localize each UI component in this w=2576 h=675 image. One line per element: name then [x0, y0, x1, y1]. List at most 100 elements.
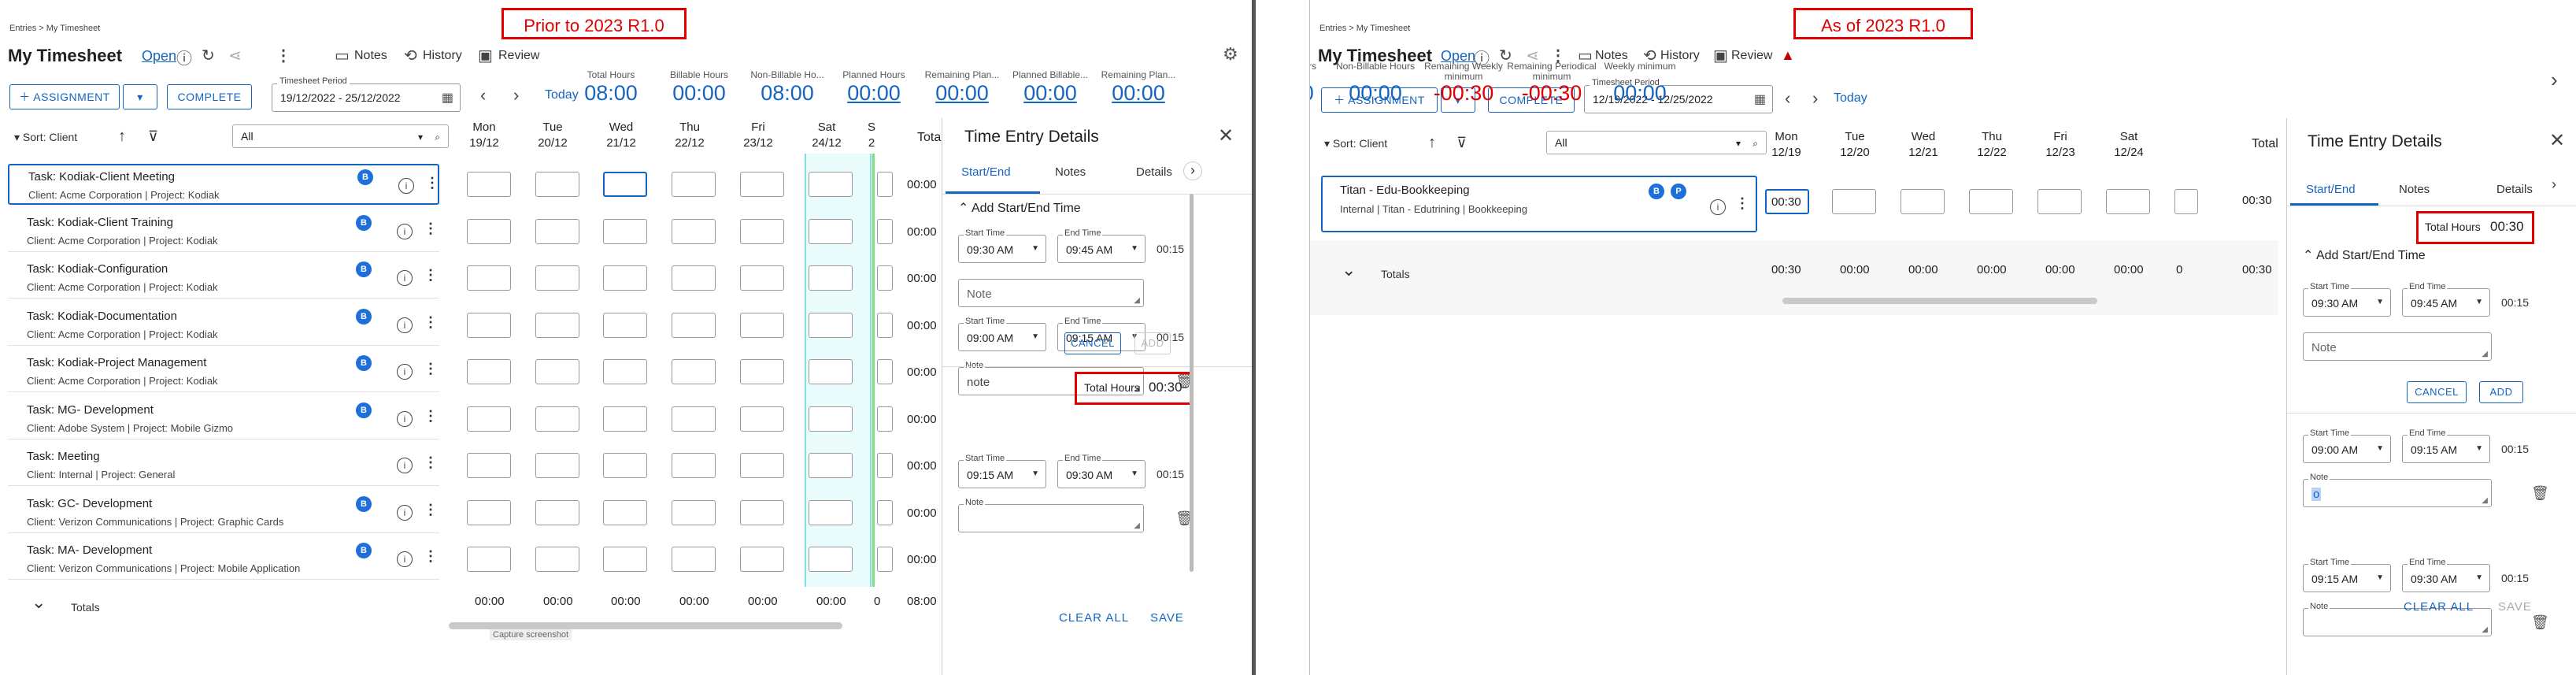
more-icon[interactable]: ⋮	[276, 46, 291, 65]
tab-notes[interactable]: Notes	[2399, 183, 2430, 196]
time-cell[interactable]	[672, 406, 716, 432]
time-cell[interactable]	[467, 312, 511, 338]
more-icon[interactable]: ⋮	[424, 267, 438, 284]
info-icon[interactable]: i	[397, 551, 413, 567]
time-cell[interactable]	[877, 312, 893, 338]
more-icon[interactable]: ⋮	[1735, 195, 1749, 212]
time-cell[interactable]	[809, 406, 853, 432]
time-cell[interactable]	[535, 172, 579, 197]
time-cell[interactable]	[467, 359, 511, 384]
tab-details[interactable]: Details	[1136, 165, 1172, 179]
more-icon[interactable]: ⋮	[425, 175, 439, 191]
summary-value[interactable]: 00:00	[827, 81, 921, 106]
more-icon[interactable]: ⋮	[424, 314, 438, 331]
time-cell[interactable]	[603, 406, 647, 432]
time-cell[interactable]	[877, 218, 893, 244]
info-icon[interactable]: i	[1710, 199, 1726, 215]
time-cell[interactable]	[467, 453, 511, 478]
info-icon[interactable]: i	[397, 410, 413, 427]
end-time-field[interactable]: End Time 09:45 AM ▼	[1057, 228, 1146, 263]
info-icon[interactable]: i	[397, 270, 413, 286]
start-time-field[interactable]: Start Time 09:30 AM ▼	[958, 228, 1046, 263]
resize-handle-icon[interactable]: ◢	[1134, 521, 1140, 530]
clear-all-button[interactable]: CLEAR ALL	[1059, 611, 1129, 625]
time-cell[interactable]	[877, 547, 893, 572]
time-cell[interactable]	[809, 265, 853, 291]
task-row[interactable]: Titan - Edu-Bookkeeping Internal | Titan…	[1321, 176, 1757, 232]
time-cell[interactable]	[1832, 189, 1876, 214]
info-icon[interactable]: i	[397, 364, 413, 380]
time-cell[interactable]	[672, 547, 716, 572]
add-button[interactable]: ADD	[1134, 332, 1171, 354]
info-icon[interactable]: i	[397, 317, 413, 333]
horizontal-scrollbar[interactable]	[449, 622, 842, 629]
time-cell[interactable]	[535, 218, 579, 244]
task-row[interactable]: Task: Kodiak-Client Training Client: Acme…	[8, 210, 439, 252]
cancel-button[interactable]: CANCEL	[1064, 332, 1121, 354]
summary-value[interactable]: 00:00	[1091, 81, 1186, 106]
time-cell[interactable]	[467, 172, 511, 197]
review-button[interactable]: Review	[1731, 49, 1772, 63]
next-week-button[interactable]: ›	[1812, 88, 1818, 109]
time-cell[interactable]	[2174, 189, 2198, 214]
horizontal-scrollbar[interactable]	[1782, 298, 2097, 304]
chevron-right-icon[interactable]: ›	[1183, 161, 1202, 180]
more-icon[interactable]: ⋮	[424, 361, 438, 377]
time-cell[interactable]	[809, 453, 853, 478]
vertical-scrollbar[interactable]	[1190, 194, 1194, 572]
time-cell[interactable]	[740, 406, 784, 432]
time-cell[interactable]	[603, 172, 647, 197]
prev-week-button[interactable]: ‹	[1785, 88, 1790, 109]
note-field[interactable]: Note ◢	[958, 279, 1144, 307]
time-cell[interactable]	[740, 359, 784, 384]
time-cell[interactable]	[809, 172, 853, 197]
clear-all-button[interactable]: CLEAR ALL	[2404, 600, 2474, 614]
time-cell[interactable]	[535, 406, 579, 432]
more-icon[interactable]: ⋮	[424, 548, 438, 565]
time-cell[interactable]	[877, 406, 893, 432]
resize-handle-icon[interactable]: ◢	[2482, 625, 2488, 634]
breadcrumb[interactable]: Entries > My Timesheet	[1319, 24, 1410, 33]
trash-icon[interactable]: 🗑	[2531, 614, 2549, 631]
time-cell[interactable]	[809, 218, 853, 244]
close-icon[interactable]: ✕	[1218, 124, 1234, 147]
refresh-icon[interactable]: ↻	[202, 46, 215, 65]
review-icon[interactable]: ▣	[1713, 46, 1728, 65]
tab-startend[interactable]: Start/End	[2306, 183, 2356, 196]
time-cell[interactable]	[740, 499, 784, 525]
warning-icon[interactable]: ▲	[1781, 47, 1795, 64]
sort-direction-icon[interactable]: ↑	[1428, 134, 1436, 152]
time-cell[interactable]	[1901, 189, 1945, 214]
filter-icon[interactable]: ⊽	[148, 128, 158, 145]
time-cell[interactable]: 00:30	[1765, 189, 1809, 214]
prev-week-button[interactable]: ‹	[480, 85, 486, 106]
time-cell[interactable]	[877, 265, 893, 291]
filter-select[interactable]: All ▾ ⌕	[1546, 131, 1767, 154]
info-icon[interactable]: i	[397, 223, 413, 239]
start-time-field[interactable]: Start Time 09:00 AM ▼	[958, 317, 1046, 351]
time-cell[interactable]	[672, 359, 716, 384]
time-cell[interactable]	[672, 218, 716, 244]
sort-direction-icon[interactable]: ↑	[118, 128, 126, 146]
time-cell[interactable]	[740, 172, 784, 197]
timesheet-period-field[interactable]: Timesheet Period 19/12/2022 - 25/12/2022…	[272, 76, 461, 112]
info-icon[interactable]: i	[397, 504, 413, 521]
review-button[interactable]: Review	[498, 49, 539, 63]
time-cell[interactable]	[535, 265, 579, 291]
sort-dropdown[interactable]: ▾ Sort: Client	[14, 131, 77, 144]
time-cell[interactable]	[877, 453, 893, 478]
time-cell[interactable]	[740, 312, 784, 338]
time-cell[interactable]	[672, 265, 716, 291]
time-cell[interactable]	[535, 453, 579, 478]
calendar-icon[interactable]: ▦	[442, 90, 453, 106]
time-cell[interactable]	[809, 312, 853, 338]
time-cell[interactable]	[603, 499, 647, 525]
add-assignment-button[interactable]: ＋ ASSIGNMENT	[9, 84, 120, 109]
info-icon[interactable]: i	[397, 458, 413, 473]
time-cell[interactable]	[535, 499, 579, 525]
complete-button[interactable]: COMPLETE	[167, 84, 252, 109]
task-row[interactable]: Task: GC- Development Client: Verizon Com…	[8, 491, 439, 533]
share-icon[interactable]: ⋖	[228, 46, 242, 65]
filter-select[interactable]: All ▾ ⌕	[232, 124, 449, 148]
time-cell[interactable]	[740, 453, 784, 478]
